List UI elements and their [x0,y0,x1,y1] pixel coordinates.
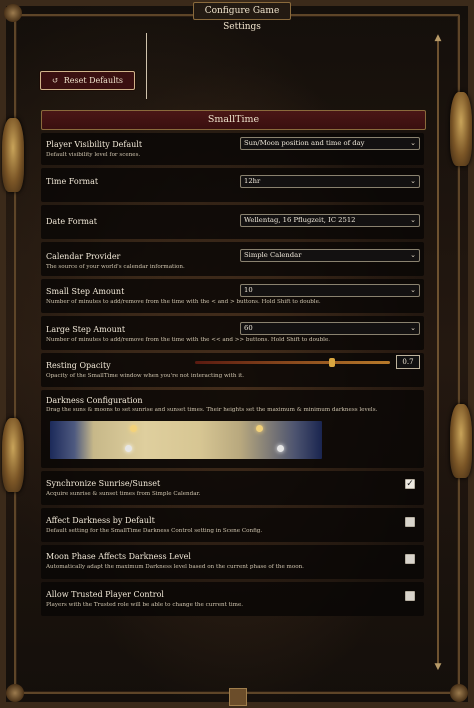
chevron-down-icon: ⌄ [410,251,416,259]
setting-label: Calendar Provider [46,252,121,261]
darkness-config-bar[interactable] [50,421,322,459]
setting-label: Small Step Amount [46,287,125,296]
setting-label: Allow Trusted Player Control [46,590,164,599]
opacity-value: 0.7 [396,355,420,369]
select-value: 12hr [244,177,261,185]
scroll-down-icon[interactable]: ▼ [433,662,443,672]
setting-label: Affect Darkness by Default [46,516,155,525]
checkmark-icon: ✓ [406,479,414,489]
reset-defaults-label: Reset Defaults [63,76,123,85]
trusted-control-checkbox[interactable] [405,591,415,601]
section-title: SmallTime [41,110,426,130]
scroll-up-icon[interactable]: ▲ [433,33,443,43]
setting-affect-darkness: Affect Darkness by Default Default setti… [41,508,424,542]
corner-ornament-top-left [4,4,22,22]
setting-resting-opacity: Resting Opacity Opacity of the SmallTime… [41,353,424,387]
moon-phase-checkbox[interactable] [405,554,415,564]
right-ornament-top [450,92,472,166]
tab-divider [146,33,147,99]
scrollbar[interactable] [437,36,439,668]
select-value: Wellentag, 16 Pflugzeit, IC 2512 [244,216,356,224]
setting-large-step: Large Step Amount Number of minutes to a… [41,316,424,350]
setting-player-visibility: Player Visibility Default Default visibi… [41,133,424,165]
setting-label: Synchronize Sunrise/Sunset [46,479,161,488]
affect-darkness-checkbox[interactable] [405,517,415,527]
setting-moon-phase: Moon Phase Affects Darkness Level Automa… [41,545,424,579]
sunset-sun-handle[interactable] [256,425,263,432]
setting-label: Moon Phase Affects Darkness Level [46,552,191,561]
calendar-provider-select[interactable]: Simple Calendar ⌄ [240,249,420,262]
large-step-select[interactable]: 60 ⌄ [240,322,420,335]
setting-hint: Default setting for the SmallTime Darkne… [46,528,263,534]
setting-hint: Automatically adapt the maximum Darkness… [46,564,304,570]
opacity-slider-handle[interactable] [328,358,335,367]
corner-ornament [450,684,468,702]
chevron-down-icon: ⌄ [410,324,416,332]
setting-label: Time Format [46,177,99,186]
setting-label: Player Visibility Default [46,140,143,149]
left-ornament-top [2,118,24,192]
setting-hint: Default visibility level for scenes. [46,152,141,158]
setting-darkness: Darkness Configuration Drag the suns & m… [41,390,424,468]
select-value: Sun/Moon position and time of day [244,139,365,147]
setting-hint: Players with the Trusted role will be ab… [46,602,244,608]
setting-label: Date Format [46,217,97,226]
right-ornament-bottom [450,404,472,478]
setting-hint: Drag the suns & moons to set sunrise and… [46,407,378,413]
left-ornament-bottom [2,418,24,492]
setting-label: Resting Opacity [46,361,111,370]
sunrise-sun-handle[interactable] [130,425,137,432]
setting-hint: Opacity of the SmallTime window when you… [46,373,245,379]
select-value: 10 [244,286,253,294]
settings-list: Player Visibility Default Default visibi… [41,133,424,619]
setting-date-format: Date Format Wellentag, 16 Pflugzeit, IC … [41,205,424,239]
select-value: 60 [244,324,253,332]
chevron-down-icon: ⌄ [410,286,416,294]
setting-hint: The source of your world's calendar info… [46,264,185,270]
date-format-select[interactable]: Wellentag, 16 Pflugzeit, IC 2512 ⌄ [240,214,420,227]
chevron-down-icon: ⌄ [410,177,416,185]
window-title: Configure Game Settings [193,2,291,32]
evening-moon-handle[interactable] [277,445,284,452]
setting-hint: Number of minutes to add/remove from the… [46,337,331,343]
setting-label: Darkness Configuration [46,396,143,405]
setting-hint: Number of minutes to add/remove from the… [46,299,321,305]
time-format-select[interactable]: 12hr ⌄ [240,175,420,188]
setting-small-step: Small Step Amount Number of minutes to a… [41,279,424,313]
setting-label: Large Step Amount [46,325,126,334]
undo-icon: ↺ [52,76,59,85]
cross-ornament [229,688,247,706]
opacity-slider-track[interactable] [195,361,390,364]
setting-trusted-control: Allow Trusted Player Control Players wit… [41,582,424,616]
skull-ornament [6,684,24,702]
sync-sunrise-checkbox[interactable]: ✓ [405,479,415,489]
setting-time-format: Time Format 12hr ⌄ [41,168,424,202]
setting-calendar-provider: Calendar Provider The source of your wor… [41,242,424,276]
setting-hint: Acquire sunrise & sunset times from Simp… [46,491,201,497]
player-visibility-select[interactable]: Sun/Moon position and time of day ⌄ [240,137,420,150]
chevron-down-icon: ⌄ [410,139,416,147]
setting-sync-sunrise: Synchronize Sunrise/Sunset Acquire sunri… [41,471,424,505]
chevron-down-icon: ⌄ [410,216,416,224]
reset-defaults-button[interactable]: ↺ Reset Defaults [40,71,135,90]
select-value: Simple Calendar [244,251,302,259]
small-step-select[interactable]: 10 ⌄ [240,284,420,297]
morning-moon-handle[interactable] [125,445,132,452]
